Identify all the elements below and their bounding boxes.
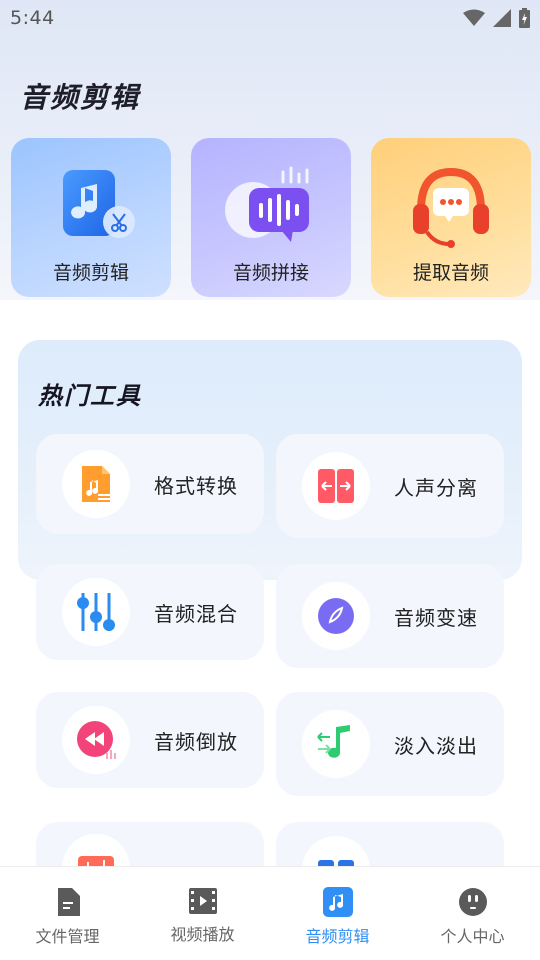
page-title: 音频剪辑 (20, 81, 141, 114)
tool-label: 音频变速 (394, 605, 478, 630)
feature-card-audio-join[interactable]: 音频拼接 (191, 138, 351, 297)
feature-card-label: 提取音频 (412, 262, 489, 284)
status-icons (463, 8, 530, 28)
wifi-icon (463, 9, 485, 26)
nav-label: 音频剪辑 (305, 927, 370, 946)
file-icon (57, 888, 80, 916)
battery-icon (519, 8, 530, 28)
headset-chat-icon (401, 160, 501, 250)
profile-face-icon (458, 888, 487, 916)
speed-dial-icon (302, 582, 370, 650)
vocal-separation-icon (302, 452, 370, 520)
tool-audio-speed[interactable]: 音频变速 (276, 564, 504, 668)
tool-fade-in-out[interactable]: 淡入淡出 (276, 692, 504, 796)
fade-in-out-icon (302, 710, 370, 778)
feature-card-label: 音频剪辑 (52, 262, 129, 284)
tool-audio-reverse[interactable]: 音频倒放 (36, 692, 264, 788)
mixer-sliders-icon (62, 578, 130, 646)
nav-label: 文件管理 (35, 927, 100, 946)
feature-card-audio-cut[interactable]: 音频剪辑 (11, 138, 171, 297)
bottom-nav: 文件管理 视频播放 音频剪辑 个人中心 (0, 866, 540, 960)
music-file-scissors-icon (41, 160, 141, 250)
nav-label: 个人中心 (440, 927, 505, 946)
feature-card-extract-audio[interactable]: 提取音频 (371, 138, 531, 297)
tool-label: 音频倒放 (154, 729, 238, 754)
status-bar: 5:44 (0, 0, 540, 36)
status-time: 5:44 (10, 7, 55, 29)
music-note-icon (322, 887, 353, 917)
tool-label: 音频混合 (154, 601, 238, 626)
sound-wave-bubble-icon (221, 160, 321, 250)
tool-label: 淡入淡出 (394, 733, 478, 758)
nav-label: 视频播放 (170, 925, 235, 944)
nav-item-file-manage[interactable]: 文件管理 (0, 867, 135, 960)
film-icon (188, 888, 217, 914)
feature-card-label: 音频拼接 (232, 262, 309, 284)
rewind-icon (62, 706, 130, 774)
tool-audio-mix[interactable]: 音频混合 (36, 564, 264, 660)
nav-item-video-play[interactable]: 视频播放 (135, 867, 270, 960)
hot-tools-title: 热门工具 (38, 382, 142, 410)
tool-format-convert[interactable]: 格式转换 (36, 434, 264, 534)
tool-label: 格式转换 (154, 473, 238, 498)
tool-label: 人声分离 (394, 475, 478, 500)
nav-item-audio-edit[interactable]: 音频剪辑 (270, 867, 405, 960)
tool-vocal-separation[interactable]: 人声分离 (276, 434, 504, 538)
nav-item-profile[interactable]: 个人中心 (405, 867, 540, 960)
signal-icon (493, 9, 511, 27)
format-convert-icon (62, 450, 130, 518)
